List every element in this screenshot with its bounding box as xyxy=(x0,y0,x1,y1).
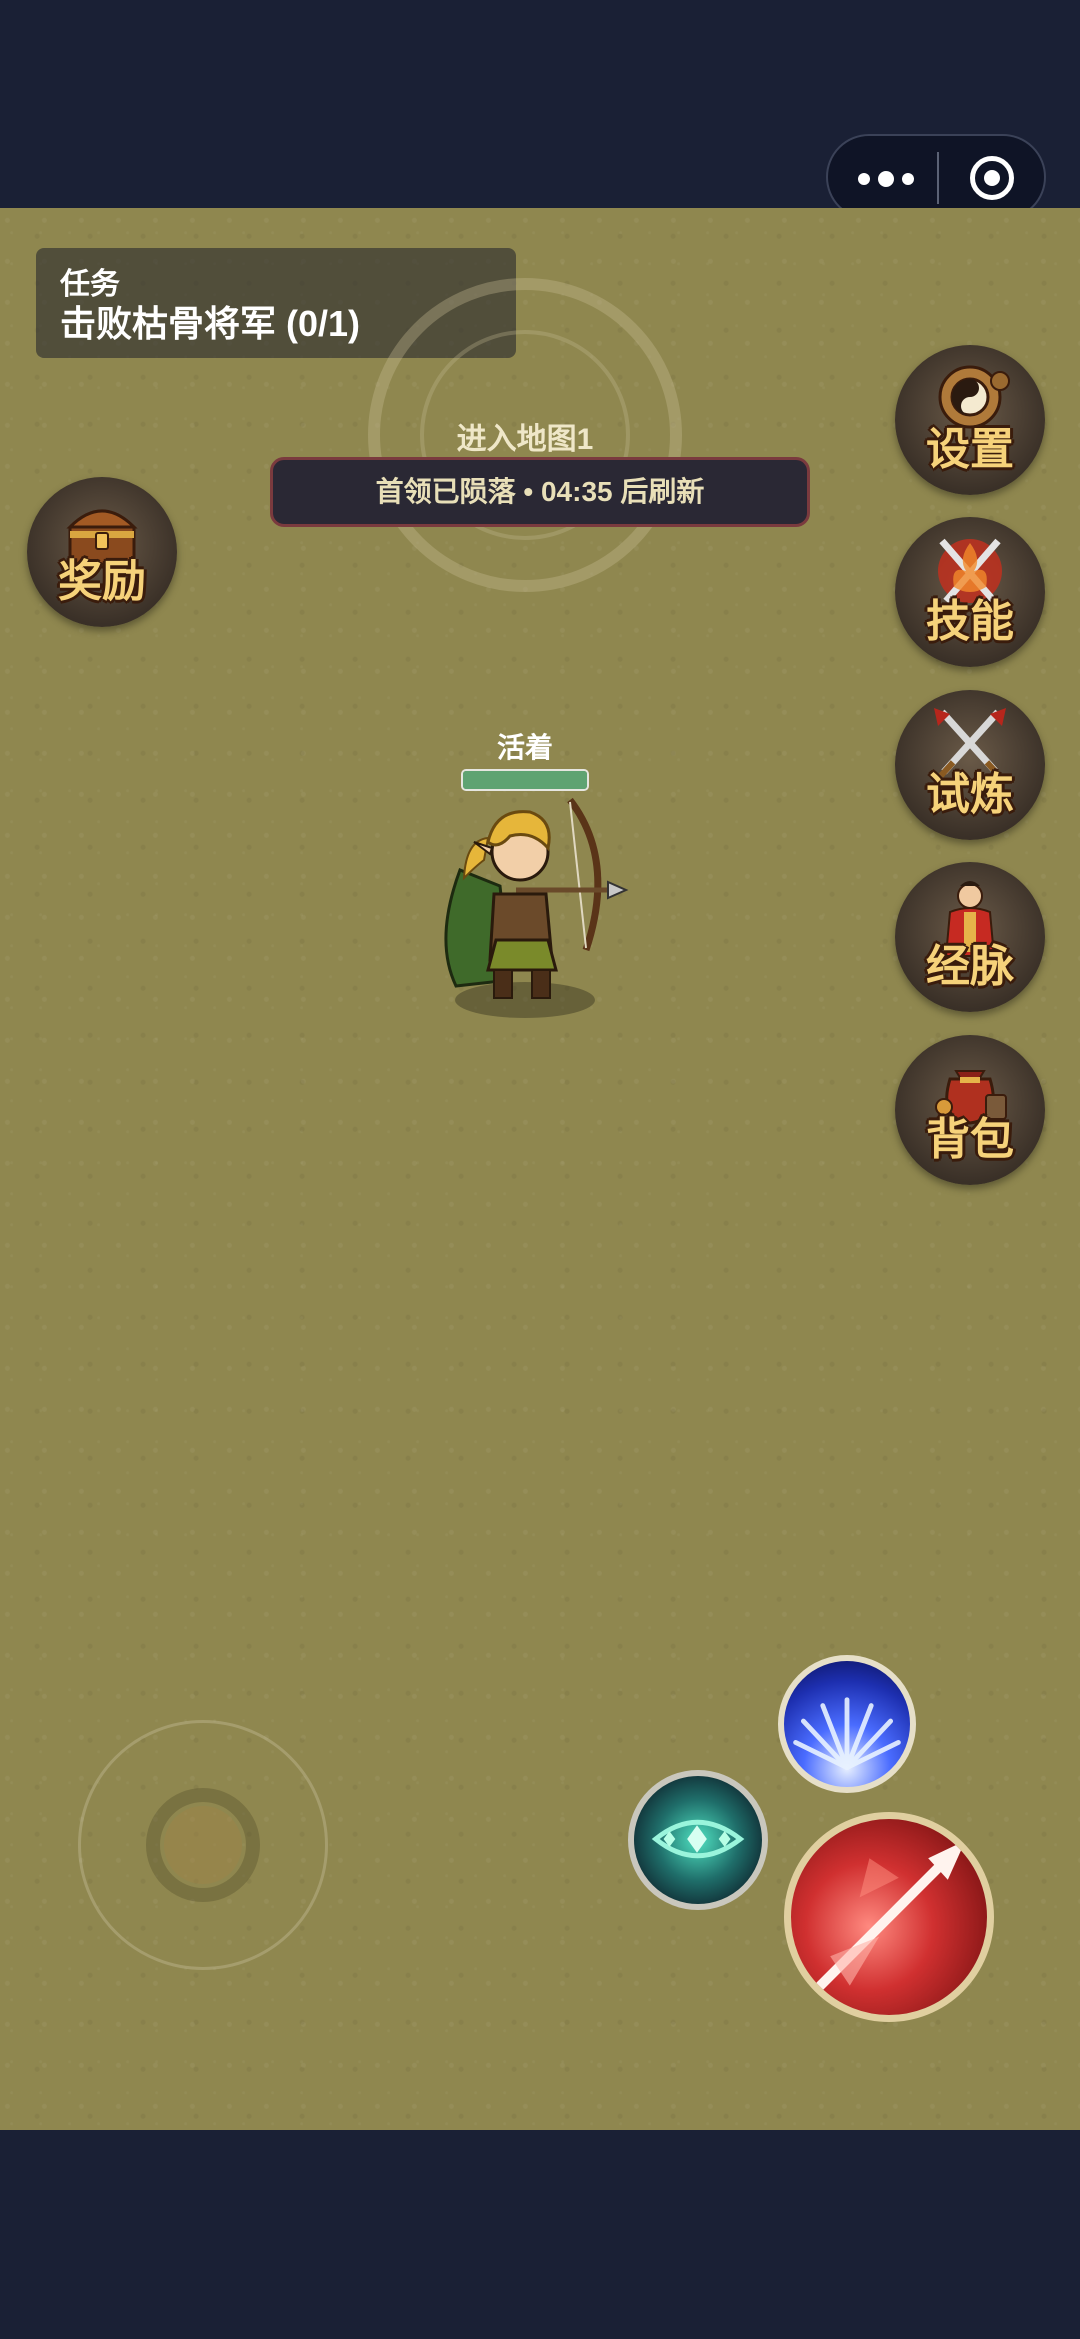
player-hp-bar xyxy=(461,769,589,791)
meridian-label: 经脉 xyxy=(926,941,1014,992)
ice-burst-icon xyxy=(793,1697,901,1771)
skill-ice-burst-button[interactable] xyxy=(778,1655,916,1793)
target-circle-icon[interactable] xyxy=(970,156,1014,200)
joystick-knob[interactable] xyxy=(164,1806,242,1884)
archer-hero-sprite[interactable] xyxy=(420,790,630,1020)
capsule-divider xyxy=(937,152,939,204)
skill-wind-dash-button[interactable] xyxy=(628,1770,768,1910)
attack-arrow-button[interactable] xyxy=(784,1812,994,2022)
wind-diamond-icon xyxy=(651,1819,745,1859)
arrow-strike-icon xyxy=(815,1840,966,1991)
boss-respawn-banner: 首领已陨落 • 04:35 后刷新 xyxy=(270,457,810,527)
reward-label: 奖励 xyxy=(58,556,146,607)
meridian-button[interactable]: 经脉 xyxy=(895,862,1045,1012)
player-hp-fill xyxy=(463,771,587,789)
top-status-bar xyxy=(0,0,1080,220)
map-portal-title: 进入地图1 xyxy=(456,423,594,456)
game-screen: 任务 击败枯骨将军 (0/1) 进入地图1 首领已陨落 • 04:35 后刷新 … xyxy=(0,0,1080,2339)
settings-button[interactable]: 设置 xyxy=(895,345,1045,495)
settings-label: 设置 xyxy=(926,424,1014,475)
trial-label: 试炼 xyxy=(926,769,1014,820)
skills-label: 技能 xyxy=(926,596,1014,647)
more-dots-icon[interactable] xyxy=(858,166,948,192)
trial-button[interactable]: 试炼 xyxy=(895,690,1045,840)
reward-button[interactable]: 奖励 xyxy=(27,477,177,627)
bag-button[interactable]: 背包 xyxy=(895,1035,1045,1185)
bottom-bar xyxy=(0,2130,1080,2339)
skills-button[interactable]: 技能 xyxy=(895,517,1045,667)
bag-label: 背包 xyxy=(926,1114,1014,1165)
player-status-label: 活着 xyxy=(496,732,553,763)
